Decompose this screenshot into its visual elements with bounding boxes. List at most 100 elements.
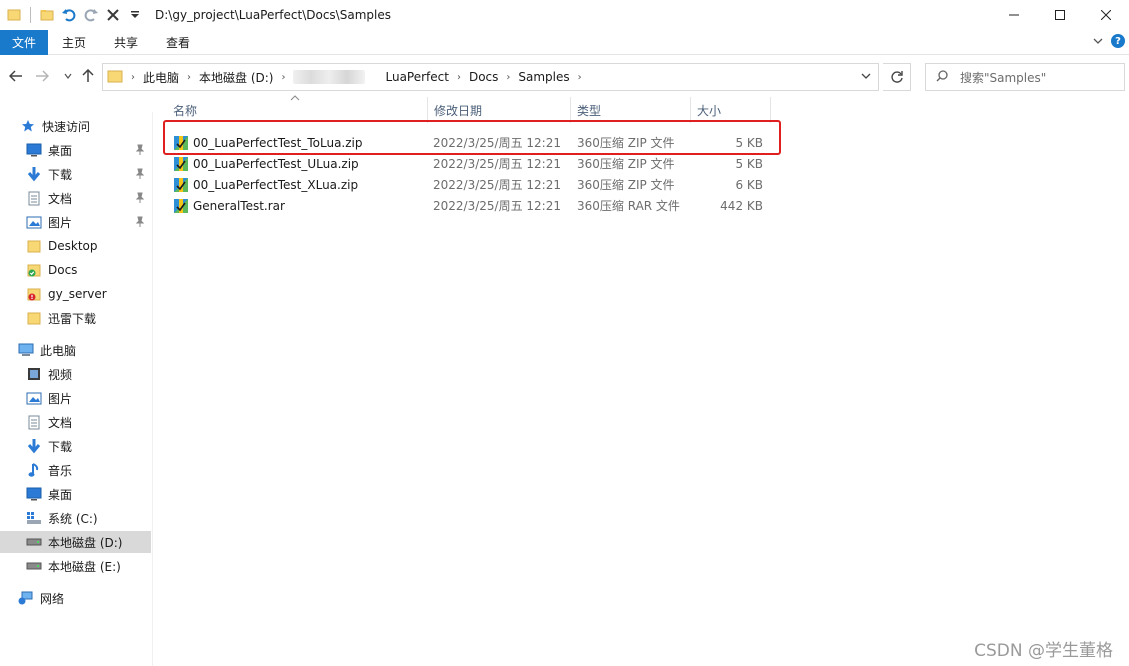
nav-folder-desktop[interactable]: Desktop (0, 235, 151, 257)
download-icon (26, 438, 42, 454)
desktop-icon (26, 486, 42, 502)
quick-access-toolbar (0, 0, 147, 30)
redo-icon[interactable] (81, 4, 101, 26)
title-bar: D:\gy_project\LuaPerfect\Docs\Samples (0, 0, 1129, 30)
breadcrumb-luaperfect[interactable]: LuaPerfect (385, 70, 448, 84)
folder-icon (26, 310, 42, 326)
redacted-breadcrumb[interactable] (293, 70, 366, 84)
document-icon (26, 190, 42, 206)
file-type: 360压缩 RAR 文件 (577, 199, 680, 213)
file-row[interactable]: GeneralTest.rar 2022/3/25/周五 12:21 360压缩… (167, 195, 771, 216)
file-date: 2022/3/25/周五 12:21 (433, 178, 561, 192)
nav-folder-gy-server[interactable]: gy_server (0, 283, 151, 305)
tab-file[interactable]: 文件 (0, 29, 49, 55)
file-row[interactable]: 00_LuaPerfectTest_XLua.zip 2022/3/25/周五 … (167, 174, 771, 195)
address-bar[interactable]: › 此电脑 › 本地磁盘 (D:) › › LuaPerfect › Docs … (102, 63, 879, 91)
network-icon (18, 590, 34, 606)
chevron-right-icon[interactable]: › (457, 72, 461, 83)
pin-icon[interactable] (135, 216, 145, 231)
file-size: 6 KB (735, 177, 763, 192)
search-icon (936, 69, 948, 85)
folder-error-icon (26, 286, 42, 302)
nav-pc-pictures[interactable]: 图片 (0, 387, 151, 409)
picture-icon (26, 390, 42, 406)
star-icon (20, 118, 36, 134)
drive-icon (26, 534, 42, 550)
nav-drive-c[interactable]: 系统 (C:) (0, 507, 151, 529)
chevron-right-icon[interactable]: › (506, 72, 510, 83)
nav-documents[interactable]: 文档 (0, 187, 151, 209)
nav-downloads[interactable]: 下载 (0, 163, 151, 185)
computer-icon (18, 342, 34, 358)
folder-icon (26, 238, 42, 254)
toolbar-divider (30, 7, 31, 23)
address-history-icon[interactable] (860, 70, 872, 85)
file-size: 442 KB (720, 198, 763, 213)
nav-videos[interactable]: 视频 (0, 363, 151, 385)
breadcrumb-this-pc[interactable]: 此电脑 (143, 69, 179, 86)
maximize-button[interactable] (1037, 0, 1083, 30)
minimize-button[interactable] (991, 0, 1037, 30)
nav-folder-xunlei[interactable]: 迅雷下载 (0, 307, 151, 329)
nav-music[interactable]: 音乐 (0, 459, 151, 481)
recent-locations-button[interactable] (58, 66, 78, 86)
tab-home[interactable]: 主页 (48, 30, 100, 55)
nav-folder-docs[interactable]: Docs (0, 259, 151, 281)
back-button[interactable] (6, 66, 26, 86)
nav-pc-desktop[interactable]: 桌面 (0, 483, 151, 505)
folder-icon (107, 69, 123, 86)
music-icon (26, 462, 42, 478)
file-type: 360压缩 ZIP 文件 (577, 178, 675, 192)
file-size: 5 KB (735, 156, 763, 171)
tab-share[interactable]: 共享 (100, 30, 152, 55)
file-name: 00_LuaPerfectTest_XLua.zip (193, 177, 359, 192)
archive-icon (173, 177, 189, 193)
navigation-pane: 快速访问 桌面 下载 文档 图片 Desktop Docs gy_server … (0, 112, 153, 666)
expand-ribbon-icon[interactable] (1093, 34, 1103, 48)
delete-icon[interactable] (103, 4, 123, 26)
nav-drive-d[interactable]: 本地磁盘 (D:) (0, 531, 151, 553)
up-button[interactable] (78, 66, 98, 86)
archive-icon (173, 198, 189, 214)
breadcrumb-docs[interactable]: Docs (469, 70, 498, 84)
address-row: › 此电脑 › 本地磁盘 (D:) › › LuaPerfect › Docs … (0, 60, 1129, 92)
search-placeholder: 搜索"Samples" (960, 70, 1047, 85)
chevron-right-icon[interactable]: › (281, 72, 285, 83)
chevron-right-icon: › (131, 71, 135, 83)
nav-pc-downloads[interactable]: 下载 (0, 435, 151, 457)
nav-pictures[interactable]: 图片 (0, 211, 151, 233)
watermark: CSDN @学生董格 (974, 641, 1113, 661)
nav-desktop[interactable]: 桌面 (0, 139, 151, 161)
pin-icon[interactable] (135, 168, 145, 183)
tab-view[interactable]: 查看 (152, 30, 204, 55)
desktop-icon (26, 142, 42, 158)
file-date: 2022/3/25/周五 12:21 (433, 199, 561, 213)
nav-this-pc[interactable]: 此电脑 (0, 339, 151, 361)
nav-pc-documents[interactable]: 文档 (0, 411, 151, 433)
close-button[interactable] (1083, 0, 1129, 30)
refresh-button[interactable] (883, 63, 911, 91)
highlight-box (163, 120, 781, 155)
chevron-right-icon[interactable]: › (187, 72, 191, 83)
breadcrumb-samples[interactable]: Samples (518, 70, 569, 84)
search-box[interactable]: 搜索"Samples" (925, 63, 1125, 91)
nav-quick-access[interactable]: 快速访问 (0, 115, 151, 137)
nav-network[interactable]: 网络 (0, 587, 151, 609)
forward-button[interactable] (32, 66, 52, 86)
customize-toolbar-icon[interactable] (125, 4, 145, 26)
help-icon[interactable]: ? (1111, 34, 1125, 48)
breadcrumb-drive-d[interactable]: 本地磁盘 (D:) (199, 69, 273, 86)
pin-icon[interactable] (135, 192, 145, 207)
undo-icon[interactable] (59, 4, 79, 26)
system-drive-icon (26, 510, 42, 526)
new-folder-icon[interactable] (37, 4, 57, 26)
pin-icon[interactable] (135, 144, 145, 159)
file-name: GeneralTest.rar (193, 198, 285, 213)
nav-drive-e[interactable]: 本地磁盘 (E:) (0, 555, 151, 577)
folder-synced-icon (26, 262, 42, 278)
folder-icon[interactable] (4, 4, 24, 26)
file-row[interactable]: 00_LuaPerfectTest_ULua.zip 2022/3/25/周五 … (167, 153, 771, 174)
file-name: 00_LuaPerfectTest_ULua.zip (193, 156, 359, 171)
chevron-right-icon[interactable]: › (578, 72, 582, 83)
video-icon (26, 366, 42, 382)
